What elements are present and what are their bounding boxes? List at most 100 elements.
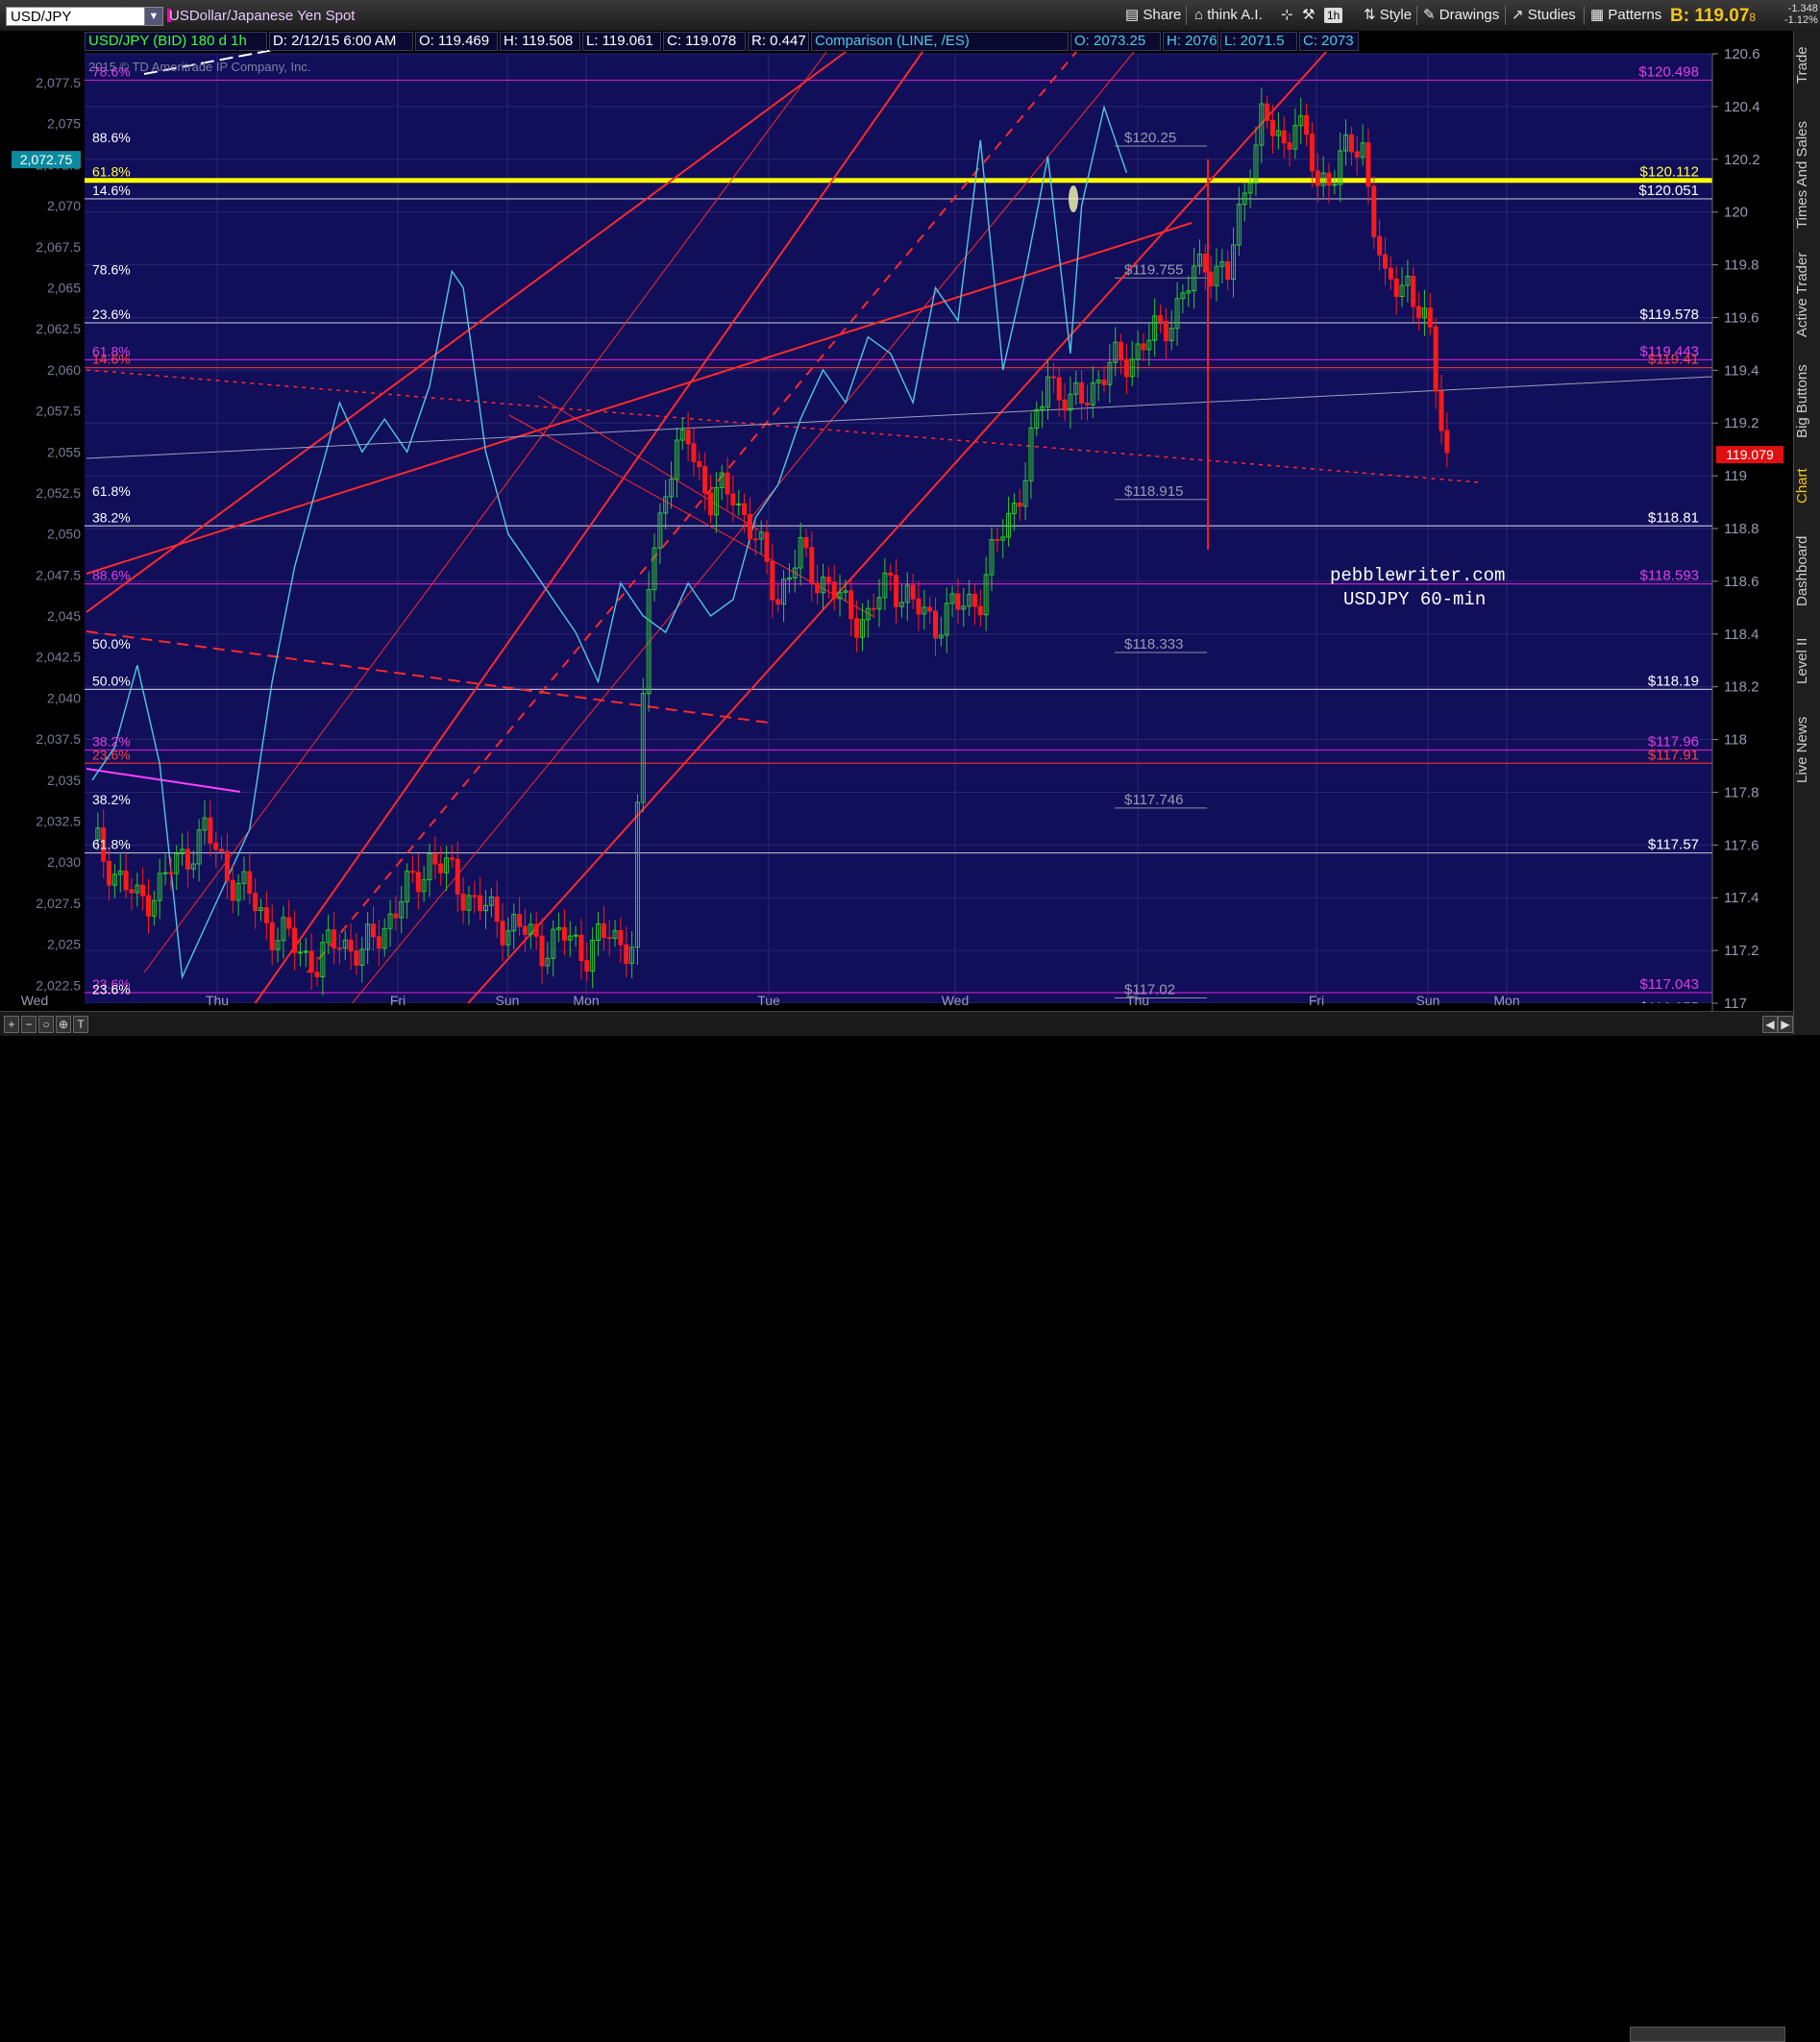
share-icon: ▤ [1125,7,1144,23]
side-tab-live-news[interactable]: Live News [1794,703,1820,796]
left-fib-label: 14.6% [92,183,131,198]
highlight-marker [1069,185,1078,212]
candle-body [348,939,354,952]
candle-body [107,860,112,886]
candle-body [253,893,258,912]
candle-body [894,575,899,607]
left-tick-label: 2,067.5 [36,239,81,255]
candle-body [219,849,225,852]
side-tab-big-buttons[interactable]: Big Buttons [1794,354,1820,450]
symbol-input[interactable]: USD/JPY [6,7,162,26]
candle-body [1411,275,1416,308]
bid-value: 119.07 [1694,6,1750,26]
chart-area[interactable]: $120.498$120.112$120.051$119.578$119.443… [0,31,1793,1011]
right-tick-label: 117.4 [1724,890,1759,906]
side-tab-trade[interactable]: Trade [1794,37,1820,94]
candle-body [123,870,129,891]
right-tick-label: 118.2 [1724,679,1759,696]
side-tab-active-trader[interactable]: Active Trader [1794,246,1820,344]
studies-button[interactable]: ↗ Studies [1509,6,1579,25]
info-open: O: 119.469 [415,32,498,51]
left-tick-label: 2,027.5 [36,896,81,911]
right-tick-label: 119.2 [1724,415,1759,431]
candle-body [409,871,415,873]
toolbar-divider [1584,6,1585,25]
candle-body [539,935,545,967]
right-tick-label: 120 [1724,205,1748,221]
zoom-out-icon[interactable]: − [21,1016,37,1033]
last-price-label: 119.079 [1726,447,1774,462]
candle-body [517,914,523,927]
candle-body [1163,320,1168,342]
right-tick-label: 119 [1724,468,1747,484]
candle-body [809,547,815,584]
candle-body [472,895,478,898]
candle-body [303,950,308,953]
candle-body [1017,503,1022,507]
candle-body [573,934,578,937]
mid-level-label: $118.915 [1124,483,1183,500]
right-tick-label: 118.4 [1724,627,1759,643]
candle-body [230,879,235,901]
right-level-label: $120.051 [1638,183,1699,199]
candle-body [927,606,933,612]
candle-body [624,944,629,965]
x-tick-label: Wed [942,993,970,1008]
interval-button[interactable]: 1h [1324,8,1343,23]
left-tick-label: 2,047.5 [36,567,81,582]
zoom-in-icon[interactable]: + [4,1016,19,1033]
left-tick-label: 2,052.5 [36,485,81,501]
candle-body [500,921,505,946]
candle-body [533,923,539,937]
left-tick-label: 2,042.5 [36,650,81,665]
x-tick-label: Thu [206,993,229,1008]
style-button[interactable]: ⇅ Style [1361,6,1414,25]
left-tick-label: 2,022.5 [36,977,81,993]
candle-body [702,466,708,494]
left-tick-label: 2,035 [47,773,81,788]
candle-body [1281,130,1287,144]
candle-body [1309,134,1315,172]
left-tick-label: 2,065 [47,280,81,295]
candle-body [1383,254,1388,269]
left-fib-label: 61.8% [92,164,131,180]
candle-body [1427,308,1433,328]
candle-body [977,605,983,616]
drawings-button[interactable]: ✎ Drawings [1420,6,1502,25]
think-ai-button[interactable]: ⌂ think A.I. [1192,6,1266,25]
side-tab-chart[interactable]: Chart [1794,459,1820,513]
candle-body [606,937,612,940]
zoom-reset-icon[interactable]: ○ [38,1016,54,1033]
candle-body [1433,326,1439,392]
info-high: H: 119.508 [500,32,580,51]
side-tab-dashboard[interactable]: Dashboard [1794,523,1820,619]
right-tick-label: 117 [1724,996,1747,1011]
percent-change: -1.12% [1784,14,1818,26]
cursor-icon[interactable]: ⊹ [1278,6,1296,25]
patterns-button[interactable]: ▦ Patterns [1587,6,1664,25]
candle-body [685,430,691,445]
left-fib-label: 23.6% [92,307,131,322]
x-tick-label: Mon [1493,993,1519,1008]
mid-level-label: $120.25 [1124,130,1176,146]
net-change: -1.348 [1787,3,1818,14]
candle-body [831,581,837,600]
candle-body [752,538,758,541]
wrench-icon[interactable]: ⚒ [1299,6,1317,25]
think-ai-label: think A.I. [1207,7,1263,23]
symbol-dropdown-button[interactable]: ▼ [144,7,163,26]
scroll-left-icon[interactable]: ◀ [1762,1016,1778,1033]
candle-body [730,493,736,505]
candle-body [849,590,854,620]
candle-body [561,926,567,941]
side-tab-times-and-sales[interactable]: Times And Sales [1794,113,1820,236]
text-tool-icon[interactable]: T [73,1016,88,1033]
share-button[interactable]: ▤ Share [1122,6,1184,25]
side-tab-level-ii[interactable]: Level II [1794,630,1820,692]
candle-body [1202,253,1208,273]
scroll-right-icon[interactable]: ▶ [1778,1016,1793,1033]
candle-body [1365,142,1371,187]
mid-level-label: $119.755 [1124,261,1183,278]
cursor-mode-icon[interactable]: ⊕ [56,1016,71,1033]
chart-scrollbar[interactable] [1630,2027,1785,2042]
